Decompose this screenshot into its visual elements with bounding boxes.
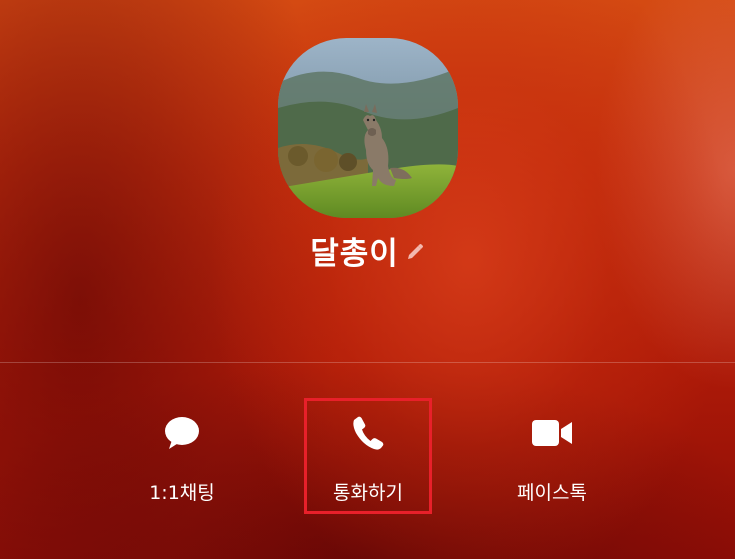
profile-photo[interactable]	[278, 38, 458, 218]
phone-icon	[307, 413, 429, 453]
chat-bubble-icon	[122, 413, 242, 453]
call-button-label: 통화하기	[333, 482, 403, 504]
profile-name: 달총이	[310, 235, 399, 272]
chat-button-label: 1:1채팅	[149, 482, 215, 504]
video-camera-icon	[492, 413, 612, 453]
edit-pencil-icon[interactable]	[405, 242, 425, 262]
call-button[interactable]: 통화하기	[304, 398, 432, 514]
facetalk-button[interactable]: 페이스톡	[492, 398, 612, 518]
chat-button[interactable]: 1:1채팅	[122, 398, 242, 518]
divider	[0, 362, 735, 363]
facetalk-button-label: 페이스톡	[517, 482, 587, 504]
profile-name-row: 달총이	[0, 228, 735, 272]
